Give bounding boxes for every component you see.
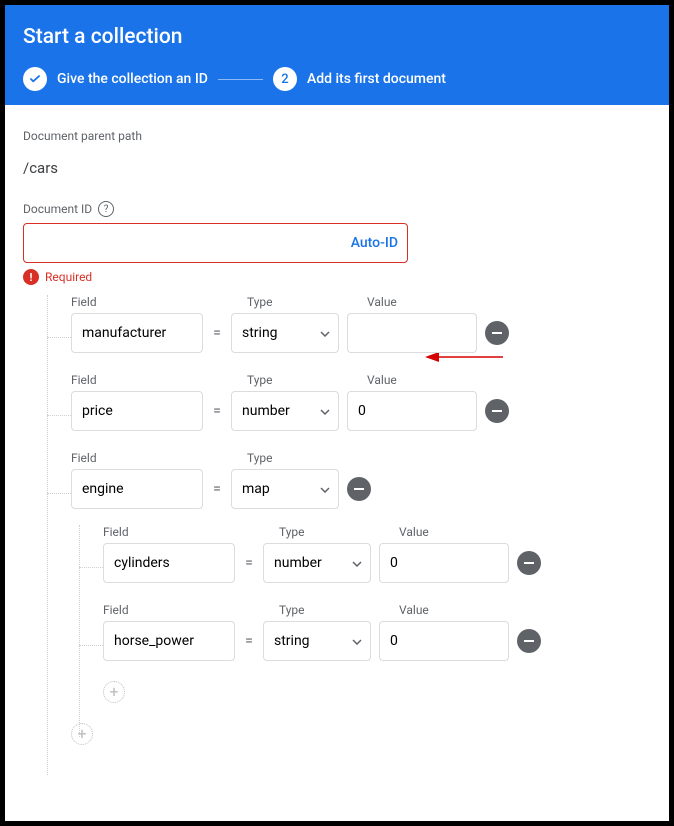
field-header: Field [71,451,203,465]
type-select[interactable]: number [231,391,339,431]
equals-sign: = [211,481,223,497]
fields-container: Field Type Value = string Field Type Value = numb… [47,295,651,745]
type-select[interactable]: string [231,313,339,353]
value-input[interactable] [347,313,477,353]
type-value: map [242,481,270,497]
equals-sign: = [211,403,223,419]
field-name-input[interactable] [103,621,235,661]
remove-field-button[interactable] [347,477,371,501]
check-icon [23,67,47,91]
type-select[interactable]: string [263,621,371,661]
field-name-input[interactable] [71,469,203,509]
nested-fields: Field Type Value = number Field Type Value = stri… [79,525,651,703]
parent-path-label: Document parent path [23,129,651,143]
remove-field-button[interactable] [485,399,509,423]
value-input[interactable] [379,543,509,583]
value-header: Value [367,295,497,309]
field-row: Field Type = map Field Type Value = number Field T… [47,451,651,703]
value-header: Value [399,603,529,617]
equals-sign: = [243,633,255,649]
dialog-title: Start a collection [23,25,651,49]
value-header: Value [399,525,529,539]
type-select[interactable]: number [263,543,371,583]
add-field-button[interactable]: + [71,723,93,745]
type-header: Type [279,525,387,539]
field-row: Field Type Value = number [47,373,651,431]
remove-field-button[interactable] [517,629,541,653]
type-header: Type [279,603,387,617]
field-row: Field Type Value = string [79,603,651,661]
value-header: Value [367,373,497,387]
add-nested-field-button[interactable]: + [103,681,125,703]
step-1-label: Give the collection an ID [57,71,208,87]
field-header: Field [71,295,203,309]
equals-sign: = [211,325,223,341]
step-1[interactable]: Give the collection an ID [23,67,208,91]
stepper: Give the collection an ID 2 Add its firs… [23,67,651,91]
field-header: Field [71,373,203,387]
type-value: string [242,325,278,341]
remove-field-button[interactable] [517,551,541,575]
type-header: Type [247,373,355,387]
field-row: Field Type Value = number [79,525,651,583]
field-name-input[interactable] [103,543,235,583]
equals-sign: = [243,555,255,571]
required-text: Required [45,270,92,284]
type-select[interactable]: map [231,469,339,509]
help-icon[interactable]: ? [98,201,114,217]
type-header: Type [247,451,355,465]
type-header: Type [247,295,355,309]
step-2-label: Add its first document [307,71,446,87]
field-header: Field [103,525,235,539]
dialog-body: Document parent path /cars Document ID ?… [5,105,669,763]
parent-path-value: /cars [23,159,651,177]
error-icon: ! [23,269,39,285]
auto-id-button[interactable]: Auto-ID [351,223,398,263]
field-header: Field [103,603,235,617]
chevron-down-icon [320,403,330,419]
chevron-down-icon [352,555,362,571]
field-name-input[interactable] [71,391,203,431]
step-2-number: 2 [273,67,297,91]
dialog-header: Start a collection Give the collection a… [5,5,669,105]
type-value: number [242,403,290,419]
chevron-down-icon [320,481,330,497]
document-id-label: Document ID [23,202,92,216]
chevron-down-icon [320,325,330,341]
type-value: number [274,555,322,571]
step-divider [218,79,263,80]
field-row: Field Type Value = string [47,295,651,353]
field-name-input[interactable] [71,313,203,353]
chevron-down-icon [352,633,362,649]
value-input[interactable] [379,621,509,661]
remove-field-button[interactable] [485,321,509,345]
step-2[interactable]: 2 Add its first document [273,67,446,91]
required-error: ! Required [23,269,651,285]
type-value: string [274,633,310,649]
value-input[interactable] [347,391,477,431]
